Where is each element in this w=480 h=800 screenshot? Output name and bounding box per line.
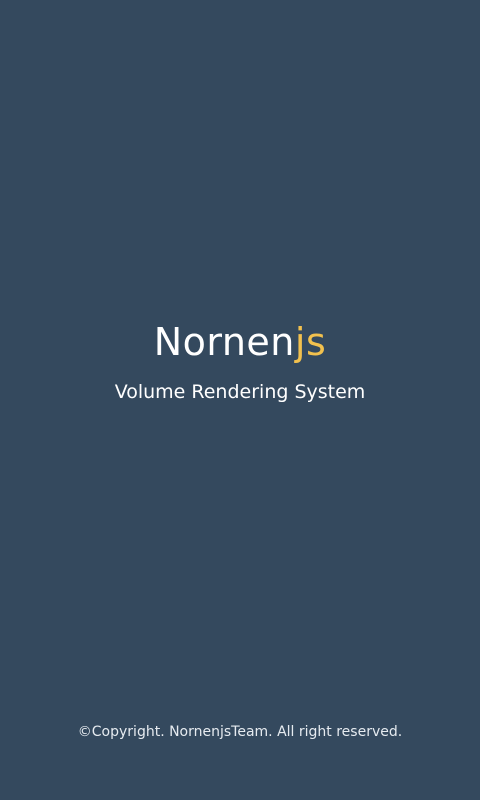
- app-subtitle: Volume Rendering System: [114, 381, 366, 403]
- copyright-text: ©Copyright. NornenjsTeam. All right rese…: [77, 724, 403, 740]
- app-logo: Nornenjs: [0, 318, 480, 366]
- logo-text-main: Nornen: [153, 320, 295, 364]
- splash-screen: Nornenjs Volume Rendering System ©Copyri…: [0, 0, 480, 800]
- logo-text-accent: js: [294, 320, 327, 364]
